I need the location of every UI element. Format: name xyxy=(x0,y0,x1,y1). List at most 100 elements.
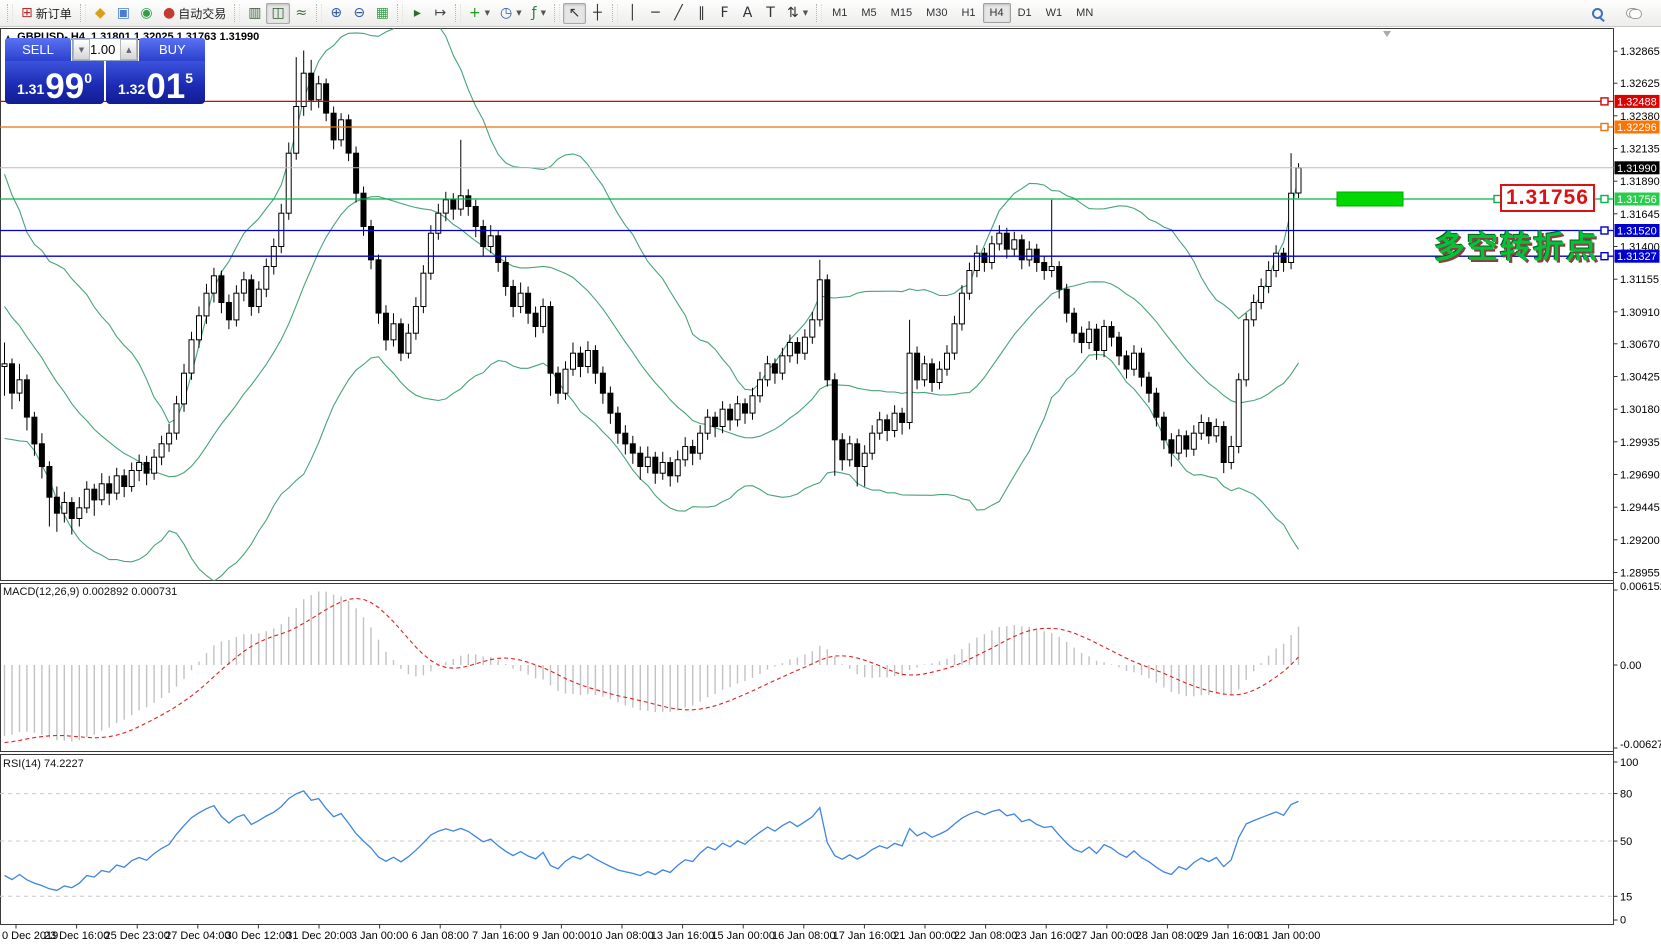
line-anchor[interactable] xyxy=(1601,124,1608,131)
vline-button[interactable]: │ xyxy=(621,3,644,24)
candle-body xyxy=(1117,337,1122,356)
hline-button[interactable]: ─ xyxy=(644,3,667,24)
price-tick-label: 1.30910 xyxy=(1620,307,1660,319)
main-chart-panel[interactable] xyxy=(1,29,1614,581)
turning-point-annotation[interactable]: 多空转折点 xyxy=(1434,222,1599,267)
chevron-down-icon[interactable]: ▼ xyxy=(803,9,808,17)
green-highlight-box[interactable] xyxy=(1337,192,1403,206)
chart-canvas[interactable]: 1.328651.326251.323801.321351.318901.316… xyxy=(0,0,1661,947)
cursor-button[interactable]: ↖ xyxy=(563,3,586,24)
chevron-down-icon[interactable]: ▼ xyxy=(485,9,490,17)
search-button[interactable] xyxy=(1586,3,1609,24)
sell-price[interactable]: 1.31 99 0 xyxy=(5,61,104,104)
candle xyxy=(1244,313,1249,386)
autotrade-button[interactable]: ●自动交易 xyxy=(158,3,231,24)
candle-body xyxy=(915,353,920,380)
volume-control: ▼ 1.00 ▲ xyxy=(72,38,138,61)
line-anchor[interactable] xyxy=(1601,253,1608,260)
new-chart-button[interactable]: +▼ xyxy=(464,3,495,24)
fibonacci-button[interactable]: F xyxy=(713,3,736,24)
time-tick-label: 3 Jan 00:00 xyxy=(351,930,409,942)
buy-price-big: 01 xyxy=(146,73,185,102)
arrows-button[interactable]: ⇅▼ xyxy=(782,3,813,24)
price-tag-label: 1.31327 xyxy=(1617,251,1657,263)
new-order-button[interactable]: ⊞新订单 xyxy=(16,3,77,24)
autoscroll-icon: ▸ xyxy=(414,6,421,20)
line-chart-button[interactable]: ≈ xyxy=(290,3,313,24)
zoom-in-button[interactable]: ⊕ xyxy=(325,3,348,24)
buy-button[interactable]: BUY xyxy=(139,38,205,61)
volume-input[interactable]: 1.00 xyxy=(90,39,120,60)
timeframe-m15[interactable]: M15 xyxy=(884,3,919,23)
candle-body xyxy=(1169,440,1174,453)
chat-button[interactable] xyxy=(1621,3,1647,24)
candle-body xyxy=(47,467,52,498)
candle-body xyxy=(24,380,29,417)
candle-body xyxy=(1027,249,1032,260)
timeframe-d1[interactable]: D1 xyxy=(1011,3,1039,23)
candle-body xyxy=(1072,313,1077,333)
line-anchor[interactable] xyxy=(1601,98,1608,105)
candle-body xyxy=(1012,240,1017,249)
candle-body xyxy=(967,271,972,294)
candle-body xyxy=(563,369,568,393)
text-label-button[interactable]: T xyxy=(759,3,782,24)
candle-body xyxy=(571,353,576,369)
price-tick-label: 1.28955 xyxy=(1620,568,1660,580)
market-watch-button[interactable]: ▣ xyxy=(112,3,135,24)
sell-button[interactable]: SELL xyxy=(5,38,71,61)
candle-body xyxy=(1251,303,1256,320)
timeframe-w1[interactable]: W1 xyxy=(1039,3,1070,23)
buy-price[interactable]: 1.32 01 5 xyxy=(106,61,205,104)
candle-body xyxy=(653,457,658,473)
tile-windows-button[interactable]: ▦ xyxy=(371,3,394,24)
vline-icon: │ xyxy=(628,6,636,20)
text-button[interactable]: A xyxy=(736,3,759,24)
candle-body xyxy=(174,404,179,433)
metals-button[interactable]: ◆ xyxy=(89,3,112,24)
chart-shift-button[interactable]: ↦ xyxy=(429,3,452,24)
chevron-down-icon[interactable]: ▼ xyxy=(516,9,521,17)
candle-body xyxy=(511,287,516,307)
crosshair-button[interactable]: ┼ xyxy=(586,3,609,24)
time-tick-label: 30 Dec 12:00 xyxy=(226,930,291,942)
candle-body xyxy=(421,273,426,306)
indicators-icon: ƒ xyxy=(532,6,537,20)
candle-body xyxy=(1244,320,1249,380)
autoscroll-button[interactable]: ▸ xyxy=(406,3,429,24)
timeframe-mn[interactable]: MN xyxy=(1069,3,1100,23)
time-tick-label: 29 Jan 16:00 xyxy=(1196,930,1260,942)
candle-body xyxy=(346,120,351,153)
price-tick-label: 1.29200 xyxy=(1620,535,1660,547)
timeframe-m1[interactable]: M1 xyxy=(825,3,854,23)
candle-body xyxy=(810,320,815,337)
bar-chart-button[interactable]: ▥ xyxy=(243,3,266,24)
trendline-button[interactable]: ╱ xyxy=(667,3,690,24)
candlestick-chart-button[interactable]: ◫ xyxy=(266,3,289,24)
volume-increase-button[interactable]: ▲ xyxy=(120,39,137,60)
macd-panel[interactable] xyxy=(1,584,1614,752)
price-level-callout[interactable]: 1.31756 xyxy=(1500,184,1595,212)
candle-body xyxy=(1087,329,1092,342)
time-tick-label: 23 Dec 16:00 xyxy=(44,930,109,942)
candle-body xyxy=(690,447,695,454)
timeframe-m30[interactable]: M30 xyxy=(919,3,954,23)
zoom-out-button[interactable]: ⊖ xyxy=(348,3,371,24)
indicators-button[interactable]: ƒ▼ xyxy=(527,3,551,24)
timeframe-h1[interactable]: H1 xyxy=(954,3,982,23)
timeframe-m5[interactable]: M5 xyxy=(854,3,883,23)
candle xyxy=(1296,163,1301,198)
signals-button[interactable]: ◉ xyxy=(135,3,158,24)
volume-decrease-button[interactable]: ▼ xyxy=(73,39,90,60)
time-tick-label: 25 Dec 23:00 xyxy=(104,930,169,942)
channel-button[interactable]: ∥ xyxy=(690,3,713,24)
line-anchor[interactable] xyxy=(1601,227,1608,234)
candle-body xyxy=(354,153,359,193)
price-tick-label: 1.29445 xyxy=(1620,502,1660,514)
periods-button[interactable]: ◷▼ xyxy=(495,3,527,24)
line-anchor[interactable] xyxy=(1601,196,1608,203)
rsi-panel[interactable] xyxy=(1,755,1614,925)
candle-body xyxy=(256,289,261,306)
timeframe-h4[interactable]: H4 xyxy=(983,3,1011,23)
chevron-down-icon[interactable]: ▼ xyxy=(541,9,546,17)
